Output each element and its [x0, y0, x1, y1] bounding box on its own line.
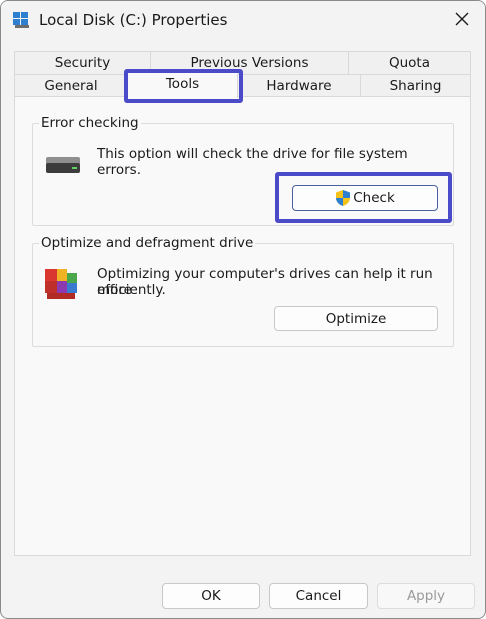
close-button[interactable] — [439, 1, 485, 41]
title-bar: Local Disk (C:) Properties — [1, 1, 485, 41]
check-button[interactable]: Check — [292, 185, 438, 211]
window-title: Local Disk (C:) Properties — [39, 11, 228, 29]
defrag-icon — [43, 265, 81, 307]
check-button-label: Check — [353, 190, 395, 206]
optimize-title: Optimize and defragment drive — [39, 235, 256, 251]
tab-hardware[interactable]: Hardware — [237, 74, 361, 98]
cancel-button[interactable]: Cancel — [269, 583, 368, 609]
tab-tools[interactable]: Tools — [127, 71, 238, 98]
tab-general[interactable]: General — [14, 74, 128, 98]
apply-button[interactable]: Apply — [377, 583, 475, 609]
tab-quota[interactable]: Quota — [348, 51, 471, 75]
close-icon — [455, 12, 469, 30]
optimize-button[interactable]: Optimize — [274, 306, 438, 331]
drive-icon — [13, 12, 31, 28]
tab-sharing[interactable]: Sharing — [360, 74, 471, 98]
error-checking-line2: errors. — [97, 162, 142, 178]
hard-drive-icon — [45, 155, 81, 179]
error-checking-line1: This option will check the drive for fil… — [97, 146, 408, 162]
error-checking-title: Error checking — [39, 115, 141, 131]
optimize-line2: efficiently. — [97, 282, 166, 298]
uac-shield-icon — [335, 189, 351, 207]
tools-tab-panel: Error checking This option will check th… — [14, 96, 471, 556]
ok-button[interactable]: OK — [162, 583, 260, 609]
properties-window: Local Disk (C:) Properties Security Prev… — [0, 0, 486, 619]
